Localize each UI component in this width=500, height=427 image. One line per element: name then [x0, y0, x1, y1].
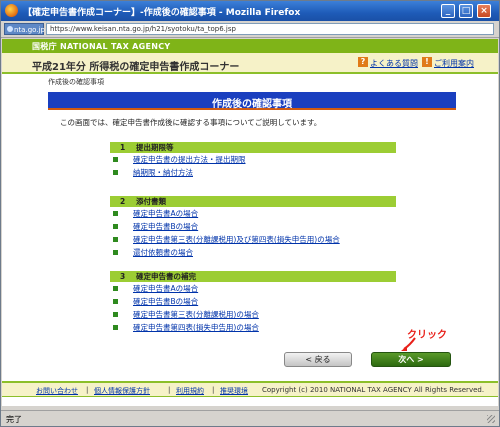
section-title: 添付書類 [136, 197, 166, 206]
section-header: 2 添付書類 [110, 196, 396, 207]
footer-link-privacy[interactable]: 個人情報保護方針 [94, 386, 150, 396]
list-item[interactable]: 確定申告書Bの場合 [110, 220, 396, 233]
footer-link-terms[interactable]: 利用規約 [176, 386, 204, 396]
bullet-icon [113, 157, 118, 162]
list-item[interactable]: 確定申告書Bの場合 [110, 295, 396, 308]
list-item[interactable]: 確定申告書第三表(分離課税用)及び第四表(損失申告用)の場合 [110, 233, 396, 246]
bullet-icon [113, 211, 118, 216]
section-number: 2 [120, 197, 126, 206]
item-link[interactable]: 納期限・納付方法 [133, 168, 193, 177]
item-link[interactable]: 確定申告書Bの場合 [133, 297, 198, 306]
page-banner: 作成後の確認事項 [48, 92, 456, 110]
item-link[interactable]: 確定申告書第三表(分離課税用)の場合 [133, 310, 259, 319]
faq-link[interactable]: よくある質問 [370, 58, 418, 69]
item-link[interactable]: 確定申告書Aの場合 [133, 209, 198, 218]
intro-text: この画面では、確定申告書作成後に確認する事項についてご説明しています。 [60, 118, 322, 127]
close-button[interactable]: × [477, 4, 491, 18]
section-number: 1 [120, 143, 126, 152]
window-title: 【確定申告書作成コーナー】-作成後の確認事項 - Mozilla Firefox [23, 8, 301, 18]
bullet-icon [113, 325, 118, 330]
section-title: 確定申告書の補完 [136, 272, 196, 281]
footer-separator: | [168, 386, 171, 394]
resize-grip-icon[interactable] [487, 415, 495, 423]
bullet-icon [113, 250, 118, 255]
section-header: 3 確定申告書の補完 [110, 271, 396, 282]
info-icon: ! [422, 57, 432, 67]
site-header: 平成21年分 所得税の確定申告書作成コーナー ? よくある質問 ! ご利用案内 [2, 53, 498, 74]
section-supplement: 3 確定申告書の補完 確定申告書Aの場合 確定申告書Bの場合 確定申告書第三表(分… [110, 271, 396, 334]
guide-link[interactable]: ご利用案内 [434, 58, 474, 69]
back-button[interactable]: < 戻る [284, 352, 352, 367]
item-link[interactable]: 確定申告書第四表(損失申告用)の場合 [133, 323, 259, 332]
status-bar: 完了 [1, 410, 499, 426]
bullet-icon [113, 312, 118, 317]
status-text: 完了 [6, 415, 22, 424]
site-title: 平成21年分 所得税の確定申告書作成コーナー [32, 62, 240, 73]
section-title: 提出期限等 [136, 143, 174, 152]
site-identity-button[interactable]: nta.go.jp [4, 23, 45, 35]
bullet-icon [113, 170, 118, 175]
breadcrumb: 作成後の確認事項 [48, 78, 104, 86]
copyright-text: Copyright (c) 2010 NATIONAL TAX AGENCY A… [262, 386, 485, 394]
section-number: 3 [120, 272, 126, 281]
item-link[interactable]: 確定申告書の提出方法・提出期限 [133, 155, 246, 164]
site-footer: お問い合わせ | 個人情報保護方針 | 利用規約 | 推奨環境 Copyrigh… [2, 381, 498, 397]
section-attachments: 2 添付書類 確定申告書Aの場合 確定申告書Bの場合 確定申告書第三表(分離課税用… [110, 196, 396, 259]
footer-separator: | [86, 386, 89, 394]
list-item[interactable]: 確定申告書第三表(分離課税用)の場合 [110, 308, 396, 321]
agency-bar: 国税庁 NATIONAL TAX AGENCY [2, 39, 498, 53]
list-item[interactable]: 納期限・納付方法 [110, 166, 396, 179]
footer-separator: | [212, 386, 215, 394]
title-bar: 【確定申告書作成コーナー】-作成後の確認事項 - Mozilla Firefox… [1, 1, 499, 21]
page-content: 国税庁 NATIONAL TAX AGENCY 平成21年分 所得税の確定申告書… [2, 39, 498, 406]
url-input[interactable]: https://www.keisan.nta.go.jp/h21/syotoku… [46, 23, 494, 35]
list-item[interactable]: 確定申告書Aの場合 [110, 282, 396, 295]
footer-link-environment[interactable]: 推奨環境 [220, 386, 248, 396]
minimize-button[interactable]: _ [441, 4, 455, 18]
globe-icon [7, 26, 13, 32]
annotation-arrow-icon [401, 337, 416, 351]
item-link[interactable]: 確定申告書第三表(分離課税用)及び第四表(損失申告用)の場合 [133, 235, 340, 244]
list-item[interactable]: 還付依頼書の場合 [110, 246, 396, 259]
bullet-icon [113, 224, 118, 229]
bullet-icon [113, 299, 118, 304]
browser-window: 【確定申告書作成コーナー】-作成後の確認事項 - Mozilla Firefox… [0, 0, 500, 427]
list-item[interactable]: 確定申告書第四表(損失申告用)の場合 [110, 321, 396, 334]
agency-logo[interactable]: 国税庁 NATIONAL TAX AGENCY [32, 41, 171, 52]
list-item[interactable]: 確定申告書Aの場合 [110, 207, 396, 220]
site-identity-label: nta.go.jp [14, 26, 45, 34]
question-icon: ? [358, 57, 368, 67]
footer-link-contact[interactable]: お問い合わせ [36, 386, 78, 396]
next-button[interactable]: 次へ > [371, 352, 451, 367]
item-link[interactable]: 確定申告書Aの場合 [133, 284, 198, 293]
section-deadlines: 1 提出期限等 確定申告書の提出方法・提出期限 納期限・納付方法 [110, 142, 396, 179]
firefox-icon [5, 4, 18, 17]
maximize-button[interactable]: □ [459, 4, 473, 18]
bullet-icon [113, 286, 118, 291]
item-link[interactable]: 還付依頼書の場合 [133, 248, 193, 257]
address-bar: nta.go.jp https://www.keisan.nta.go.jp/h… [1, 21, 499, 38]
page-title: 作成後の確認事項 [212, 99, 292, 110]
list-item[interactable]: 確定申告書の提出方法・提出期限 [110, 153, 396, 166]
section-header: 1 提出期限等 [110, 142, 396, 153]
bullet-icon [113, 237, 118, 242]
item-link[interactable]: 確定申告書Bの場合 [133, 222, 198, 231]
